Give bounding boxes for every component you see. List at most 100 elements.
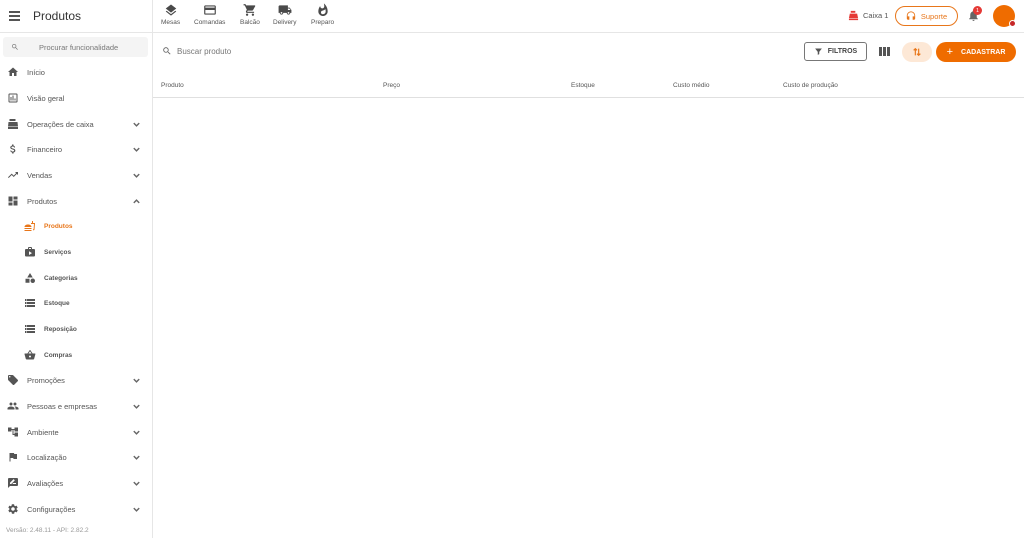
sidebar-item-inicio[interactable]: Início <box>0 61 152 83</box>
notification-badge: 1 <box>973 6 982 15</box>
flame-icon <box>317 3 328 17</box>
search-icon <box>163 47 171 55</box>
sidebar-item-promocoes[interactable]: Promoções <box>0 369 152 391</box>
category-icon <box>24 272 36 284</box>
fastfood-icon <box>24 220 36 232</box>
sidebar-subitem-label: Compras <box>44 351 73 359</box>
sidebar-item-label: Produtos <box>27 196 58 206</box>
sort-button[interactable] <box>902 42 932 62</box>
sidebar-subitem-estoque[interactable]: Estoque <box>0 292 152 314</box>
avatar[interactable] <box>993 5 1016 27</box>
quick-action-label: Preparo <box>311 19 335 26</box>
sidebar-subitem-reposicao[interactable]: Reposição <box>0 318 152 340</box>
column-header-preco[interactable]: Preço <box>383 82 400 89</box>
hierarchy-icon <box>7 426 19 438</box>
sidebar-subitem-categorias[interactable]: Categorias <box>0 267 152 289</box>
home-icon <box>7 66 19 78</box>
sidebar-subitem-servicos[interactable]: Serviços <box>0 241 152 263</box>
table-header: Produto Preço Estoque Custo médio Custo … <box>153 76 1024 98</box>
chevron-down-icon <box>132 120 141 129</box>
caixa-status[interactable]: Caixa 1 <box>848 10 888 21</box>
sidebar-item-pessoas[interactable]: Pessoas e empresas <box>0 395 152 417</box>
service-icon <box>24 246 36 258</box>
sidebar-subitem-label: Categorias <box>44 274 78 282</box>
add-product-button[interactable]: + CADASTRAR <box>936 42 1016 62</box>
sidebar: Início Visão geral Operações de caixa Fi… <box>0 33 153 538</box>
chevron-down-icon <box>132 505 141 514</box>
sidebar-item-ambiente[interactable]: Ambiente <box>0 421 152 443</box>
add-label: CADASTRAR <box>961 48 1006 56</box>
chevron-down-icon <box>132 453 141 462</box>
quick-action-preparo[interactable]: Preparo <box>311 3 334 26</box>
sidebar-item-label: Visão geral <box>27 93 65 103</box>
chevron-down-icon <box>132 479 141 488</box>
quick-action-label: Mesas <box>161 19 181 26</box>
sidebar-item-label: Configurações <box>27 504 76 514</box>
quick-action-delivery[interactable]: Delivery <box>273 3 296 26</box>
filter-icon <box>814 48 822 55</box>
search-icon <box>12 44 18 50</box>
sidebar-item-label: Promoções <box>27 375 65 385</box>
sidebar-item-avaliacoes[interactable]: Avaliações <box>0 472 152 494</box>
chevron-down-icon <box>132 402 141 411</box>
function-search-input[interactable] <box>39 40 143 54</box>
sidebar-item-label: Ambiente <box>27 427 59 437</box>
trending-up-icon <box>7 169 19 181</box>
notifications-button[interactable]: 1 <box>967 6 982 23</box>
restock-icon <box>24 323 36 335</box>
quick-action-label: Comandas <box>194 19 226 26</box>
caixa-label: Caixa 1 <box>863 11 889 20</box>
top-bar: Produtos Mesas Comandas Balcão Delivery … <box>0 0 1024 33</box>
filters-button[interactable]: FILTROS <box>804 42 867 61</box>
page-title: Produtos <box>33 9 82 23</box>
quick-action-comandas[interactable]: Comandas <box>194 3 225 26</box>
basket-icon <box>24 349 36 361</box>
product-search-input[interactable] <box>177 46 377 56</box>
sidebar-item-visao-geral[interactable]: Visão geral <box>0 87 152 109</box>
menu-icon[interactable] <box>8 9 22 23</box>
sidebar-item-operacoes-caixa[interactable]: Operações de caixa <box>0 113 152 135</box>
column-header-produto[interactable]: Produto <box>161 82 184 89</box>
dollar-icon <box>7 143 19 155</box>
view-columns-icon[interactable] <box>879 47 891 57</box>
chevron-down-icon <box>132 145 141 154</box>
storage-icon <box>24 297 36 309</box>
column-header-estoque[interactable]: Estoque <box>571 82 595 89</box>
sidebar-item-localizacao[interactable]: Localização <box>0 446 152 468</box>
tag-icon <box>7 374 19 386</box>
plus-icon: + <box>946 45 954 58</box>
sidebar-subitem-label: Serviços <box>44 248 72 256</box>
column-header-custo-producao[interactable]: Custo de produção <box>783 82 838 89</box>
headset-icon <box>906 11 916 20</box>
support-label: Suporte <box>920 11 948 21</box>
sidebar-item-produtos[interactable]: Produtos <box>0 190 152 212</box>
sidebar-item-configuracoes[interactable]: Configurações <box>0 498 152 520</box>
swap-vert-icon <box>913 47 921 57</box>
sidebar-subitem-label: Produtos <box>44 222 73 230</box>
quick-action-mesas[interactable]: Mesas <box>161 3 180 26</box>
sidebar-item-label: Financeiro <box>27 144 63 154</box>
cash-register-icon <box>7 118 19 130</box>
sidebar-item-label: Localização <box>27 452 67 462</box>
dashboard-icon <box>7 195 19 207</box>
product-search <box>162 46 377 56</box>
truck-icon <box>278 5 292 15</box>
column-header-custo-medio[interactable]: Custo médio <box>673 82 710 89</box>
divider <box>152 0 153 33</box>
filters-label: FILTROS <box>827 48 858 55</box>
sidebar-item-financeiro[interactable]: Financeiro <box>0 138 152 160</box>
sidebar-subitem-label: Estoque <box>44 299 70 307</box>
chevron-down-icon <box>132 428 141 437</box>
sidebar-item-vendas[interactable]: Vendas <box>0 164 152 186</box>
sidebar-item-label: Pessoas e empresas <box>27 401 98 411</box>
quick-action-label: Balcão <box>240 19 260 26</box>
cash-register-icon <box>848 10 859 21</box>
sidebar-subitem-label: Reposição <box>44 325 77 333</box>
chevron-down-icon <box>132 376 141 385</box>
rate-review-icon <box>7 477 19 489</box>
sidebar-subitem-produtos[interactable]: Produtos <box>0 215 152 237</box>
quick-action-balcao[interactable]: Balcão <box>240 3 260 26</box>
sidebar-subitem-compras[interactable]: Compras <box>0 344 152 366</box>
support-button[interactable]: Suporte <box>895 6 958 26</box>
people-icon <box>7 400 19 412</box>
